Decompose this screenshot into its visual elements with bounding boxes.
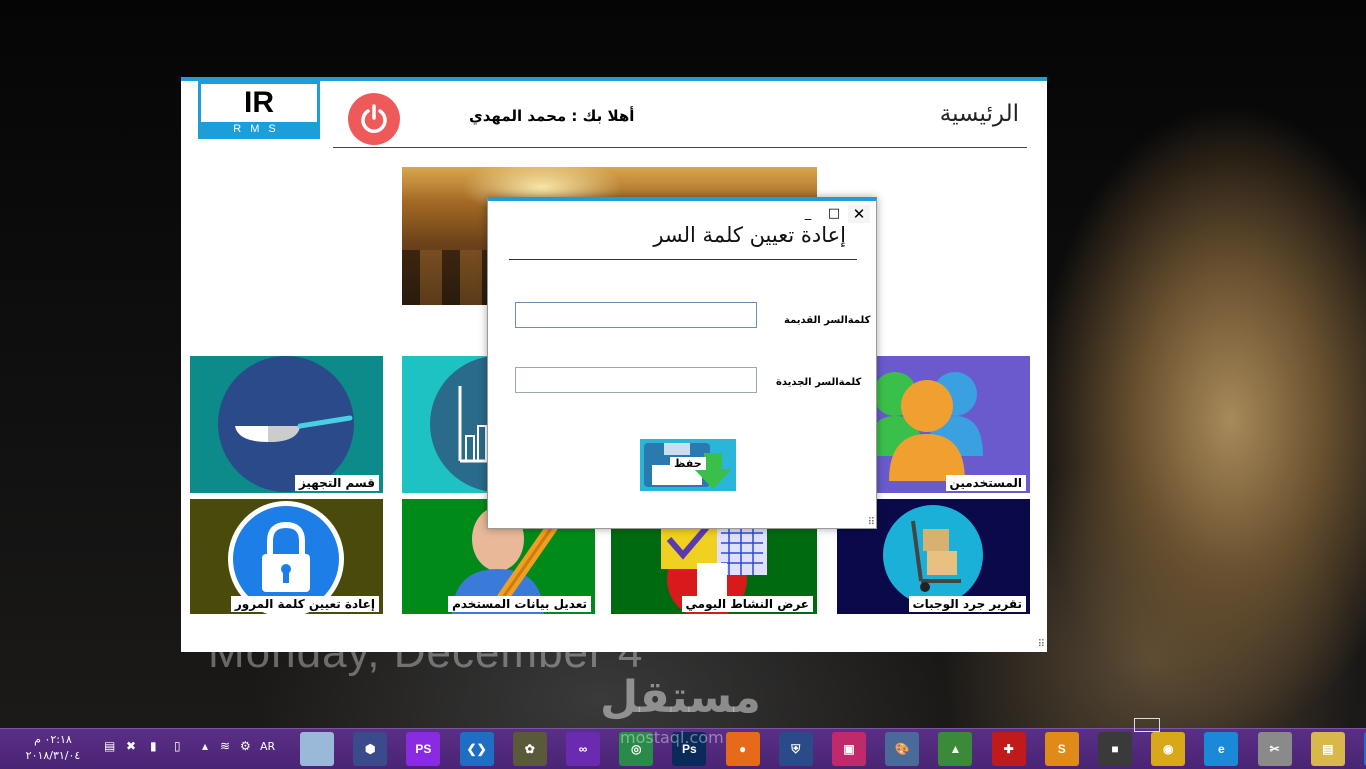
power-icon — [361, 104, 387, 133]
tile-label: تقرير جرد الوجبات — [908, 596, 1026, 612]
frying-pan-icon — [218, 356, 354, 492]
reset-password-dialog: _ □ ✕ إعادة تعيين كلمة السر كلمةالسر الق… — [487, 197, 877, 529]
camera-app-icon[interactable]: ■ — [1098, 732, 1132, 766]
tile-label: إعادة تعيين كلمة المرور — [230, 596, 379, 612]
taskbar-clock[interactable]: ٠٢:١٨ م ٢٠١٨/٣١/٠٤ — [18, 732, 88, 764]
virtualbox-icon[interactable]: ⬢ — [353, 732, 388, 766]
app-square-icon[interactable]: ▣ — [832, 732, 866, 766]
welcome-text: أهلا بك : محمد المهدي — [469, 107, 635, 125]
dialog-resize-grip[interactable]: ⠿ — [868, 517, 875, 528]
header-divider — [333, 147, 1027, 148]
dialog-divider — [509, 259, 857, 260]
power-tray-icon[interactable]: ▯ — [174, 739, 181, 753]
logo-subtext: RMS — [233, 123, 285, 135]
shield-app-icon[interactable]: ⛨ — [778, 732, 813, 766]
file-explorer-icon[interactable]: ▤ — [1310, 732, 1345, 766]
minimize-button[interactable]: _ — [797, 205, 819, 223]
old-password-label: كلمةالسر القديمة — [784, 315, 871, 326]
tile-label: تعديل بيانات المستخدم — [448, 596, 591, 612]
page-title: الرئيسية — [939, 101, 1019, 127]
clock-date: ٢٠١٨/٣١/٠٤ — [25, 749, 81, 762]
android-studio-icon[interactable]: ▲ — [938, 732, 973, 766]
tile-label: المستخدمين — [945, 475, 1026, 491]
watermark-logo: مستقل — [600, 672, 761, 723]
new-password-input[interactable] — [515, 367, 757, 393]
keyboard-icon[interactable]: ≋ — [220, 739, 230, 753]
vscode-icon[interactable]: ❮❯ — [459, 732, 494, 766]
network-icon[interactable]: ▤ — [104, 739, 115, 753]
firefox-icon[interactable]: ● — [725, 732, 760, 766]
antivirus-icon[interactable]: ✚ — [991, 732, 1026, 766]
new-password-label: كلمةالسر الجديدة — [776, 377, 862, 388]
tile-label: قسم التجهيز — [294, 475, 379, 491]
maximize-button[interactable]: □ — [823, 205, 845, 223]
resize-grip[interactable]: ⠿ — [1038, 639, 1045, 650]
tile-label: عرض النشاط اليومي — [681, 596, 813, 612]
app-logo: IR RMS — [198, 81, 320, 139]
tile-reset-password[interactable]: إعادة تعيين كلمة المرور — [190, 499, 383, 614]
save-label: حفظ — [670, 457, 706, 470]
close-button[interactable]: ✕ — [848, 205, 870, 223]
usb-icon[interactable]: ▮ — [150, 739, 157, 753]
window-app-icon[interactable] — [300, 732, 334, 766]
language-indicator[interactable]: AR — [260, 740, 275, 753]
dialog-title: إعادة تعيين كلمة السر — [653, 223, 846, 247]
old-password-input[interactable] — [515, 302, 757, 328]
logo-mark: IR — [201, 84, 317, 122]
paint-icon[interactable]: 🎨 — [885, 732, 920, 766]
show-desktop-icon[interactable] — [1134, 718, 1160, 732]
clock-time: ٠٢:١٨ م — [34, 733, 72, 746]
volume-muted-icon[interactable]: ✖ — [126, 739, 136, 753]
tools-icon[interactable]: ✂ — [1257, 732, 1292, 766]
ie-icon[interactable]: e — [1204, 732, 1239, 766]
sublime-icon[interactable]: S — [1044, 732, 1079, 766]
phpstorm-icon[interactable]: PS — [406, 732, 441, 766]
language-settings-icon[interactable]: ⚙ — [240, 739, 251, 753]
watermark-url: mostaql.com — [620, 728, 724, 747]
gimp-icon[interactable]: ✿ — [512, 732, 547, 766]
save-button[interactable]: حفظ — [640, 439, 736, 491]
tile-preparation[interactable]: قسم التجهيز — [190, 356, 383, 493]
logout-button[interactable] — [348, 93, 400, 145]
tray-overflow-icon[interactable]: ▴ — [202, 739, 208, 753]
visual-studio-icon[interactable]: ∞ — [566, 732, 600, 766]
chrome-icon[interactable]: ◉ — [1151, 732, 1186, 766]
